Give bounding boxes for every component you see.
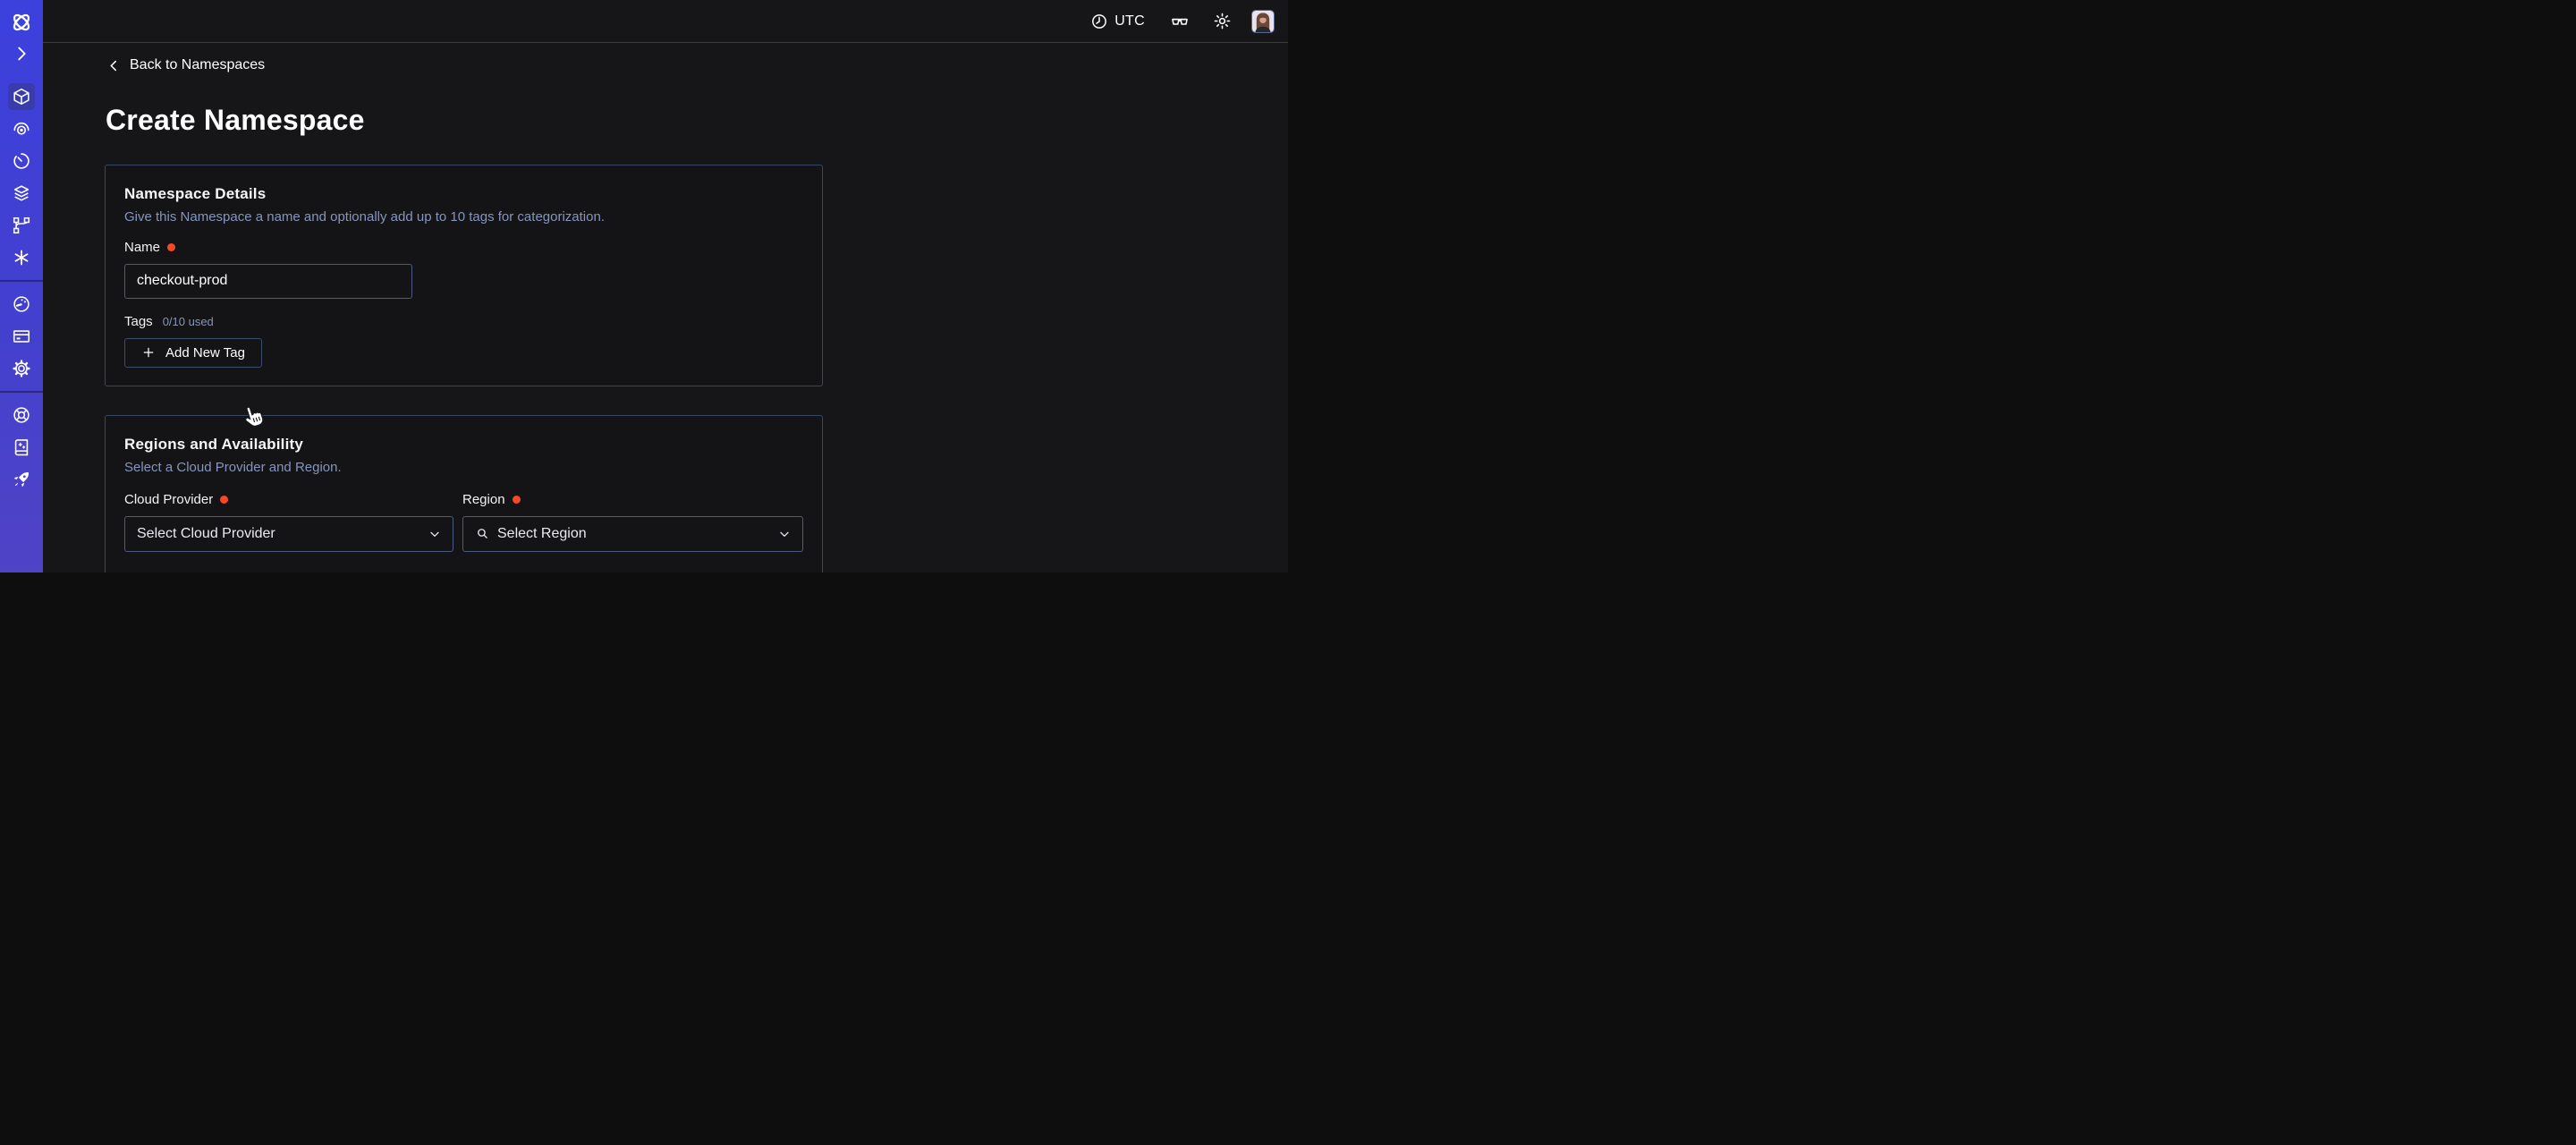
sidebar-divider [0, 391, 43, 393]
sidebar-item-gear[interactable] [8, 355, 35, 382]
back-link[interactable]: Back to Namespaces [106, 55, 265, 75]
region-placeholder: Select Region [497, 526, 770, 542]
required-dot [513, 496, 521, 504]
plus-icon [141, 345, 156, 360]
chevron-down-icon [777, 527, 792, 541]
card-subtitle: Give this Namespace a name and optionall… [124, 208, 803, 226]
asterisk-icon [12, 248, 31, 267]
gear-icon [12, 359, 31, 378]
sidebar-item-cube[interactable] [8, 83, 35, 110]
card-title: Namespace Details [124, 183, 803, 205]
book-icon [12, 437, 31, 457]
glasses-icon [1170, 12, 1190, 31]
clock-icon [1090, 13, 1108, 30]
cube-icon [12, 87, 31, 106]
card-title: Regions and Availability [124, 434, 803, 455]
spiral-icon [12, 119, 31, 139]
layers-icon [12, 183, 31, 203]
namespace-name-input[interactable] [124, 264, 412, 299]
chevron-right-icon [12, 44, 31, 64]
namespace-details-card: Namespace Details Give this Namespace a … [105, 165, 823, 386]
credit-card-icon [12, 327, 31, 346]
card-subtitle: Select a Cloud Provider and Region. [124, 459, 803, 477]
sidebar-divider [0, 280, 43, 282]
region-label: Region [462, 491, 803, 509]
sidebar-item-branch[interactable] [8, 212, 35, 239]
sidebar-item-timer[interactable] [8, 148, 35, 174]
gauge-icon [12, 294, 31, 314]
add-new-tag-button[interactable]: Add New Tag [124, 338, 262, 368]
page-title: Create Namespace [106, 105, 1288, 135]
branch-icon [12, 216, 31, 235]
sidebar-item-spiral[interactable] [8, 115, 35, 142]
main-content: Back to Namespaces Create Namespace Name… [43, 43, 1288, 572]
tags-usage-counter: 0/10 used [163, 315, 214, 328]
lifebuoy-icon [12, 405, 31, 425]
required-dot [167, 243, 175, 251]
topbar: UTC [43, 0, 1288, 43]
sidebar-nav-help [8, 402, 35, 498]
regions-availability-card: Regions and Availability Select a Cloud … [105, 415, 823, 573]
timezone-label: UTC [1114, 13, 1145, 30]
sidebar-item-asterisk[interactable] [8, 244, 35, 271]
sidebar-item-gauge[interactable] [8, 291, 35, 318]
sidebar-item-lifebuoy[interactable] [8, 402, 35, 428]
name-field-label: Name [124, 239, 803, 257]
required-dot [220, 496, 228, 504]
sidebar-item-rocket[interactable] [8, 466, 35, 493]
user-avatar[interactable] [1251, 10, 1275, 33]
sidebar-item-credit-card[interactable] [8, 323, 35, 350]
rocket-icon [12, 470, 31, 489]
sun-icon [1213, 12, 1232, 30]
theme-toggle-button[interactable] [1213, 12, 1232, 30]
chevron-left-icon [106, 58, 122, 73]
cloud-provider-label: Cloud Provider [124, 491, 453, 509]
search-icon [475, 526, 490, 541]
tags-label: Tags [124, 313, 153, 331]
sidebar-expand-button[interactable] [8, 43, 35, 64]
cloud-provider-select[interactable]: Select Cloud Provider [124, 516, 453, 552]
reader-mode-button[interactable] [1170, 12, 1190, 31]
app-root: UTC [0, 0, 1288, 572]
tags-label-row: Tags 0/10 used [124, 313, 803, 331]
add-new-tag-label: Add New Tag [165, 345, 245, 360]
back-link-label: Back to Namespaces [130, 57, 265, 73]
timer-icon [12, 151, 31, 171]
timezone-button[interactable]: UTC [1090, 13, 1145, 30]
sidebar-item-book[interactable] [8, 434, 35, 461]
chevron-down-icon [428, 527, 442, 541]
region-select[interactable]: Select Region [462, 516, 803, 552]
sidebar-nav [8, 83, 35, 276]
temporal-logo-icon [10, 11, 33, 34]
sidebar [0, 0, 43, 572]
sidebar-nav-secondary [8, 291, 35, 387]
cloud-provider-placeholder: Select Cloud Provider [137, 526, 420, 542]
sidebar-item-layers[interactable] [8, 180, 35, 207]
